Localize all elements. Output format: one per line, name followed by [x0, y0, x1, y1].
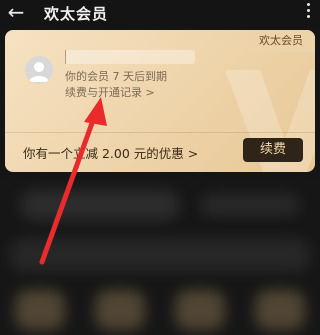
divider — [5, 132, 315, 133]
discount-promo-link[interactable]: 你有一个立减 2.00 元的优惠 > — [23, 143, 198, 162]
renew-button[interactable]: 续费 — [243, 138, 303, 162]
renewal-history-link[interactable]: 续费与开通记录 > — [65, 84, 155, 100]
more-vertical-icon[interactable] — [304, 3, 312, 23]
expiry-text: 你的会员 7 天后到期 — [65, 70, 167, 83]
blurred-content-area — [0, 178, 320, 335]
app-header: ← 欢太会员 — [0, 0, 320, 28]
back-arrow-icon[interactable]: ← — [4, 0, 28, 26]
page-title: 欢太会员 — [44, 5, 109, 23]
member-card: 欢太会员 你的会员 7 天后到期 续费与开通记录 > 你有一个立减 2.00 元… — [5, 30, 315, 172]
member-badge: 欢太会员 — [247, 30, 315, 52]
username-blurred — [65, 50, 195, 64]
user-icon — [29, 62, 49, 82]
avatar[interactable] — [25, 56, 53, 84]
